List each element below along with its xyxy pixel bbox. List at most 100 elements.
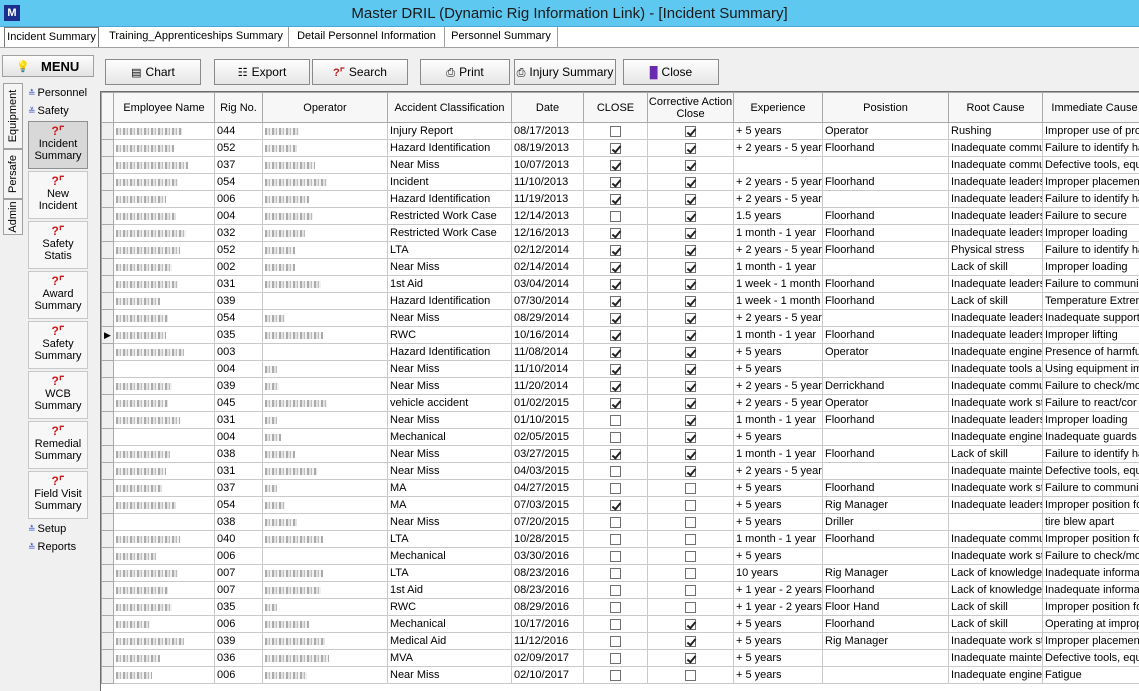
operator-cell-redacted[interactable] [262,411,388,429]
root-cause-cell[interactable]: Physical stress [948,241,1043,259]
date-cell[interactable]: 11/08/2014 [511,343,584,361]
root-cause-cell[interactable]: Inadequate leaders [948,326,1043,344]
corrective-action-close-checkbox-cell[interactable] [647,326,734,344]
operator-cell-redacted[interactable] [262,513,388,531]
close-checkbox-cell[interactable] [583,530,648,548]
row-selector[interactable] [101,564,114,582]
date-cell[interactable]: 03/30/2016 [511,547,584,565]
row-selector[interactable] [101,411,114,429]
corrective-action-close-checkbox-cell[interactable] [647,156,734,174]
operator-cell-redacted[interactable] [262,394,388,412]
operator-cell-redacted[interactable] [262,326,388,344]
accident-classification-cell[interactable]: 1st Aid [387,581,512,599]
accident-classification-cell[interactable]: Near Miss [387,156,512,174]
accident-classification-cell[interactable]: LTA [387,564,512,582]
header-position[interactable]: Posistion [822,92,949,123]
date-cell[interactable]: 08/23/2016 [511,581,584,599]
corrective-action-close-checkbox[interactable] [685,329,696,341]
immediate-cause-cell[interactable]: Inadequate informa [1042,564,1139,582]
date-cell[interactable]: 01/02/2015 [511,394,584,412]
close-checkbox[interactable] [610,414,621,426]
close-checkbox-cell[interactable] [583,445,648,463]
close-checkbox-cell[interactable] [583,122,648,140]
row-selector[interactable]: ▶ [101,326,114,344]
close-checkbox[interactable] [610,159,621,171]
close-checkbox[interactable] [610,499,621,511]
rig-no-cell[interactable]: 003 [214,343,263,361]
corrective-action-close-checkbox-cell[interactable] [647,530,734,548]
close-checkbox[interactable] [610,346,621,358]
corrective-action-close-checkbox-cell[interactable] [647,241,734,259]
row-selector[interactable] [101,258,114,276]
date-cell[interactable]: 08/19/2013 [511,139,584,157]
close-checkbox[interactable] [610,465,621,477]
position-cell[interactable]: Floorhand [822,326,949,344]
close-checkbox-cell[interactable] [583,581,648,599]
close-checkbox-cell[interactable] [583,156,648,174]
immediate-cause-cell[interactable]: Temperature Extren [1042,292,1139,310]
table-row[interactable]: 044 Injury Report 08/17/2013 + 5 years Opera… [101,122,1139,140]
employee-name-cell-redacted[interactable] [113,564,215,582]
employee-name-cell-redacted[interactable] [113,615,215,633]
nav-new-incident[interactable]: ?⌜ New Incident [28,171,88,219]
immediate-cause-cell[interactable]: Presence of harmfu [1042,343,1139,361]
accident-classification-cell[interactable]: vehicle accident [387,394,512,412]
corrective-action-close-checkbox[interactable] [685,142,696,154]
corrective-action-close-checkbox[interactable] [685,176,696,188]
corrective-action-close-checkbox[interactable] [685,499,696,511]
close-checkbox[interactable] [610,397,621,409]
rig-no-cell[interactable]: 035 [214,598,263,616]
accident-classification-cell[interactable]: Near Miss [387,445,512,463]
employee-name-cell-redacted[interactable] [113,326,215,344]
accident-classification-cell[interactable]: Near Miss [387,513,512,531]
corrective-action-close-checkbox-cell[interactable] [647,564,734,582]
corrective-action-close-checkbox-cell[interactable] [647,343,734,361]
row-selector[interactable] [101,139,114,157]
table-row[interactable]: 052 Hazard Identification 08/19/2013 + 2 ye… [101,139,1139,157]
close-checkbox[interactable] [610,244,621,256]
accident-classification-cell[interactable]: MVA [387,649,512,667]
experience-cell[interactable]: + 5 years [733,122,823,140]
root-cause-cell[interactable]: Lack of knowledge [948,564,1043,582]
experience-cell[interactable]: + 5 years [733,360,823,378]
row-selector[interactable] [101,224,114,242]
employee-name-cell-redacted[interactable] [113,173,215,191]
experience-cell[interactable]: 1 week - 1 month [733,292,823,310]
employee-name-cell-redacted[interactable] [113,343,215,361]
close-checkbox[interactable] [610,448,621,460]
immediate-cause-cell[interactable]: Fatigue [1042,666,1139,684]
root-cause-cell[interactable]: Inadequate work st [948,547,1043,565]
immediate-cause-cell[interactable]: Improper placement [1042,632,1139,650]
operator-cell-redacted[interactable] [262,241,388,259]
operator-cell-redacted[interactable] [262,292,388,310]
immediate-cause-cell[interactable]: Operating at improp [1042,615,1139,633]
employee-name-cell-redacted[interactable] [113,581,215,599]
close-checkbox-cell[interactable] [583,496,648,514]
row-selector[interactable] [101,360,114,378]
rig-no-cell[interactable]: 004 [214,360,263,378]
table-row[interactable]: 037 MA 04/27/2015 + 5 years Floorhand Inadequ… [101,479,1139,497]
rig-no-cell[interactable]: 002 [214,258,263,276]
row-selector[interactable] [101,343,114,361]
corrective-action-close-checkbox-cell[interactable] [647,666,734,684]
corrective-action-close-checkbox[interactable] [685,669,696,681]
corrective-action-close-checkbox[interactable] [685,448,696,460]
position-cell[interactable] [822,666,949,684]
close-checkbox-cell[interactable] [583,666,648,684]
employee-name-cell-redacted[interactable] [113,156,215,174]
close-checkbox[interactable] [610,329,621,341]
position-cell[interactable] [822,156,949,174]
rig-no-cell[interactable]: 004 [214,428,263,446]
accident-classification-cell[interactable]: Medical Aid [387,632,512,650]
table-row[interactable]: 004 Mechanical 02/05/2015 + 5 years Inadequa… [101,428,1139,446]
close-checkbox[interactable] [610,533,621,545]
header-corrective-action-close[interactable]: Corrective Action Close [647,92,734,123]
corrective-action-close-checkbox[interactable] [685,295,696,307]
close-checkbox[interactable] [610,295,621,307]
close-checkbox-cell[interactable] [583,615,648,633]
close-checkbox-cell[interactable] [583,241,648,259]
root-cause-cell[interactable]: Lack of skill [948,258,1043,276]
accident-classification-cell[interactable]: RWC [387,598,512,616]
row-selector[interactable] [101,496,114,514]
corrective-action-close-checkbox[interactable] [685,193,696,205]
